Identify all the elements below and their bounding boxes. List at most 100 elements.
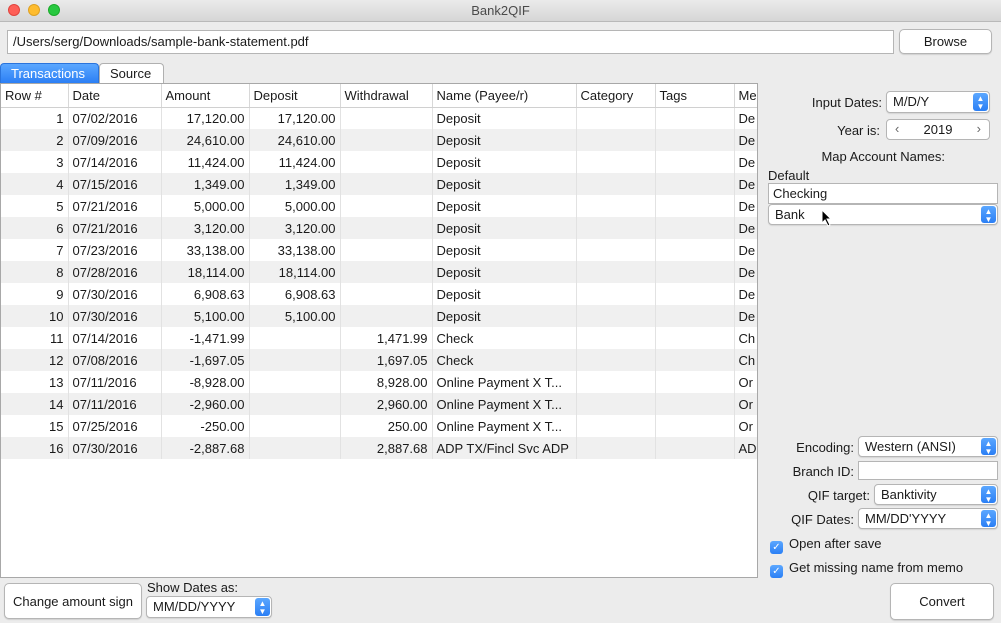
cell-memo[interactable]: Or: [734, 415, 757, 437]
cell-name[interactable]: Deposit: [432, 305, 577, 327]
table-row[interactable]: 7 07/23/2016 33,138.00 33,138.00 Deposit De: [1, 239, 757, 261]
column-header-row-number[interactable]: Row #: [1, 84, 69, 108]
cell-deposit[interactable]: 5,100.00: [249, 305, 341, 327]
cell-category[interactable]: [576, 129, 656, 151]
cell-amount[interactable]: 11,424.00: [161, 151, 250, 173]
cell-deposit[interactable]: [249, 415, 341, 437]
cell-date[interactable]: 07/23/2016: [68, 239, 162, 261]
cell-tags[interactable]: [655, 349, 735, 371]
column-header-withdrawal[interactable]: Withdrawal: [340, 84, 433, 108]
cell-row-number[interactable]: 13: [1, 371, 69, 393]
cell-tags[interactable]: [655, 217, 735, 239]
cell-date[interactable]: 07/08/2016: [68, 349, 162, 371]
tab-source[interactable]: Source: [99, 63, 164, 83]
table-row[interactable]: 14 07/11/2016 -2,960.00 2,960.00 Online Paym…: [1, 393, 757, 415]
cell-memo[interactable]: De: [734, 283, 757, 305]
cell-name[interactable]: Deposit: [432, 195, 577, 217]
cell-date[interactable]: 07/14/2016: [68, 327, 162, 349]
cell-deposit[interactable]: 18,114.00: [249, 261, 341, 283]
cell-row-number[interactable]: 7: [1, 239, 69, 261]
table-row[interactable]: 1 07/02/2016 17,120.00 17,120.00 Deposit De: [1, 107, 757, 129]
cell-tags[interactable]: [655, 261, 735, 283]
cell-memo[interactable]: De: [734, 305, 757, 327]
cell-date[interactable]: 07/30/2016: [68, 437, 162, 459]
cell-withdrawal[interactable]: [340, 239, 433, 261]
cell-name[interactable]: Online Payment X T...: [432, 371, 577, 393]
cell-date[interactable]: 07/02/2016: [68, 107, 162, 129]
cell-category[interactable]: [576, 349, 656, 371]
column-header-deposit[interactable]: Deposit: [249, 84, 341, 108]
table-row[interactable]: 6 07/21/2016 3,120.00 3,120.00 Deposit De: [1, 217, 757, 239]
table-row[interactable]: 12 07/08/2016 -1,697.05 1,697.05 Check Ch: [1, 349, 757, 371]
cell-withdrawal[interactable]: 1,697.05: [340, 349, 433, 371]
cell-tags[interactable]: [655, 129, 735, 151]
cell-withdrawal[interactable]: [340, 195, 433, 217]
cell-date[interactable]: 07/25/2016: [68, 415, 162, 437]
cell-deposit[interactable]: [249, 437, 341, 459]
cell-deposit[interactable]: [249, 327, 341, 349]
cell-deposit[interactable]: [249, 393, 341, 415]
cell-amount[interactable]: -1,471.99: [161, 327, 250, 349]
cell-row-number[interactable]: 15: [1, 415, 69, 437]
cell-tags[interactable]: [655, 371, 735, 393]
cell-amount[interactable]: 3,120.00: [161, 217, 250, 239]
cell-name[interactable]: ADP TX/Fincl Svc ADP: [432, 437, 577, 459]
cell-amount[interactable]: -250.00: [161, 415, 250, 437]
cell-row-number[interactable]: 12: [1, 349, 69, 371]
cell-amount[interactable]: 5,100.00: [161, 305, 250, 327]
cell-deposit[interactable]: 1,349.00: [249, 173, 341, 195]
cell-date[interactable]: 07/11/2016: [68, 371, 162, 393]
cell-withdrawal[interactable]: 2,960.00: [340, 393, 433, 415]
cell-row-number[interactable]: 10: [1, 305, 69, 327]
cell-memo[interactable]: Ch: [734, 327, 757, 349]
table-row[interactable]: 3 07/14/2016 11,424.00 11,424.00 Deposit De: [1, 151, 757, 173]
column-header-memo[interactable]: Me: [734, 84, 757, 108]
table-row[interactable]: 13 07/11/2016 -8,928.00 8,928.00 Online Paym…: [1, 371, 757, 393]
cell-memo[interactable]: De: [734, 239, 757, 261]
cell-amount[interactable]: 18,114.00: [161, 261, 250, 283]
cell-deposit[interactable]: [249, 349, 341, 371]
cell-date[interactable]: 07/11/2016: [68, 393, 162, 415]
cell-category[interactable]: [576, 173, 656, 195]
cell-category[interactable]: [576, 305, 656, 327]
cell-name[interactable]: Online Payment X T...: [432, 415, 577, 437]
cell-row-number[interactable]: 11: [1, 327, 69, 349]
cell-tags[interactable]: [655, 107, 735, 129]
account-name-field[interactable]: Checking: [768, 183, 998, 204]
cell-name[interactable]: Deposit: [432, 261, 577, 283]
cell-memo[interactable]: De: [734, 151, 757, 173]
cell-row-number[interactable]: 14: [1, 393, 69, 415]
column-header-category[interactable]: Category: [576, 84, 656, 108]
cell-withdrawal[interactable]: 2,887.68: [340, 437, 433, 459]
cell-deposit[interactable]: 17,120.00: [249, 107, 341, 129]
table-row[interactable]: 8 07/28/2016 18,114.00 18,114.00 Deposit De: [1, 261, 757, 283]
cell-row-number[interactable]: 5: [1, 195, 69, 217]
chevron-right-icon[interactable]: ›: [977, 121, 981, 136]
transactions-table[interactable]: Row # Date Amount Deposit Withdrawal Nam…: [0, 83, 758, 578]
cell-tags[interactable]: [655, 415, 735, 437]
cell-row-number[interactable]: 3: [1, 151, 69, 173]
cell-date[interactable]: 07/30/2016: [68, 305, 162, 327]
show-dates-select[interactable]: MM/DD/YYYY ▲ ▼: [146, 596, 272, 618]
cell-category[interactable]: [576, 327, 656, 349]
cell-tags[interactable]: [655, 151, 735, 173]
cell-name[interactable]: Deposit: [432, 151, 577, 173]
cell-row-number[interactable]: 8: [1, 261, 69, 283]
column-header-name[interactable]: Name (Payee/r): [432, 84, 577, 108]
browse-button[interactable]: Browse: [899, 29, 992, 54]
cell-withdrawal[interactable]: [340, 283, 433, 305]
cell-name[interactable]: Check: [432, 349, 577, 371]
cell-name[interactable]: Deposit: [432, 283, 577, 305]
cell-category[interactable]: [576, 239, 656, 261]
cell-tags[interactable]: [655, 283, 735, 305]
cell-withdrawal[interactable]: 1,471.99: [340, 327, 433, 349]
cell-deposit[interactable]: 33,138.00: [249, 239, 341, 261]
cell-amount[interactable]: -2,960.00: [161, 393, 250, 415]
qif-dates-select[interactable]: MM/DD'YYYY ▲ ▼: [858, 508, 998, 529]
cell-date[interactable]: 07/14/2016: [68, 151, 162, 173]
cell-withdrawal[interactable]: [340, 305, 433, 327]
cell-withdrawal[interactable]: [340, 129, 433, 151]
cell-name[interactable]: Deposit: [432, 129, 577, 151]
tab-transactions[interactable]: Transactions: [0, 63, 99, 83]
cell-deposit[interactable]: 3,120.00: [249, 217, 341, 239]
